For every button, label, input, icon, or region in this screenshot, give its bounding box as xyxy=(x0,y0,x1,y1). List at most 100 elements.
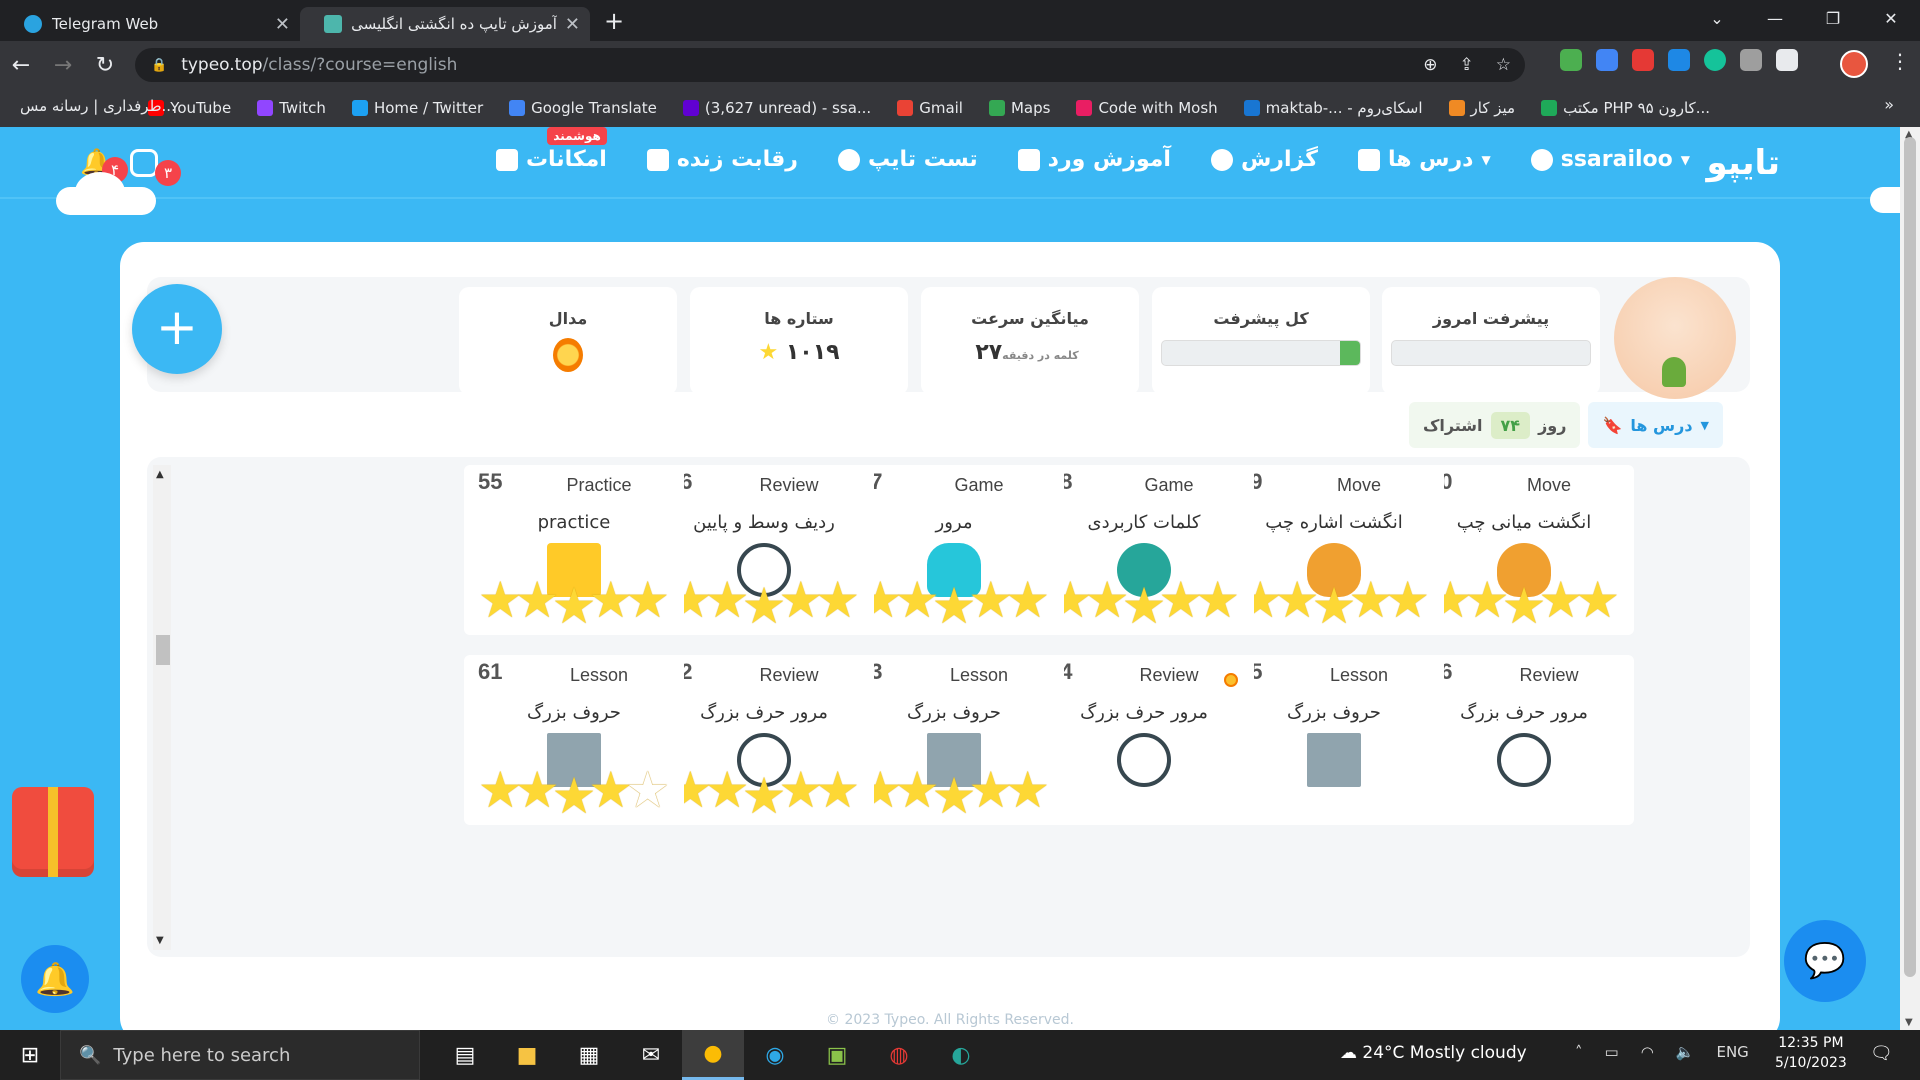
bookmark-item[interactable]: (3,627 unread) - ssa... xyxy=(675,99,871,117)
lesson-grid-scrollbar[interactable]: ▲ ▼ xyxy=(153,465,171,950)
lesson-card[interactable]: 55 Practice practice ★ ★ ★ ★ ★ xyxy=(464,465,684,635)
wifi-icon[interactable]: ◠ xyxy=(1641,1043,1654,1061)
weather-widget[interactable]: ☁ 24°C Mostly cloudy xyxy=(1340,1043,1527,1063)
bookmark-item[interactable]: Home / Twitter xyxy=(344,99,483,117)
gift-icon[interactable] xyxy=(12,787,94,877)
forward-button[interactable]: → xyxy=(42,53,84,78)
scroll-thumb[interactable] xyxy=(156,635,170,665)
lesson-card[interactable]: 59Moveانگشت اشاره چپ★★★★★ xyxy=(1224,465,1444,635)
lesson-card[interactable]: 64Reviewمرور حرف بزرگ xyxy=(1034,655,1254,825)
side-panel-icon[interactable] xyxy=(1776,49,1798,71)
scroll-down-arrow[interactable]: ▼ xyxy=(1905,1017,1913,1028)
nav-user-menu[interactable]: ssarailoo ▼ xyxy=(1530,147,1690,172)
minimize-button[interactable]: — xyxy=(1746,0,1804,38)
notification-button[interactable]: 🔔 xyxy=(21,945,89,1013)
back-button[interactable]: ← xyxy=(0,53,42,78)
nav-typing-test[interactable]: تست تایپ xyxy=(837,147,978,172)
language-indicator[interactable]: ENG xyxy=(1716,1043,1748,1061)
notification-center-icon[interactable]: 🗨 xyxy=(1870,1043,1893,1064)
zoom-icon[interactable]: ⊕ xyxy=(1423,55,1437,75)
stat-avg-speed: میانگین سرعت ۲۷کلمه در دقیقه xyxy=(921,287,1139,395)
share-icon[interactable]: ⇪ xyxy=(1460,55,1474,75)
site-logo[interactable]: تایپو xyxy=(1707,143,1781,183)
lesson-title: انگشت اشاره چپ xyxy=(1265,512,1403,533)
new-tab-button[interactable]: + xyxy=(604,7,624,35)
volume-icon[interactable]: 🔈 xyxy=(1676,1043,1695,1061)
extension-icon[interactable] xyxy=(1668,49,1690,71)
bookmark-item-tarafdari[interactable]: طرفداری | رسانه مس... xyxy=(20,97,176,115)
bookmark-item[interactable]: میز کار xyxy=(1441,99,1515,117)
tab-typeo[interactable]: آموزش تایپ ده انگشتی انگلیسی با ✕ xyxy=(300,7,590,41)
bookmark-item[interactable]: Twitch xyxy=(249,99,326,117)
translate-extension-icon[interactable] xyxy=(1596,49,1618,71)
nav-features[interactable]: امکانات هوشمند xyxy=(495,127,607,172)
chevron-up-icon[interactable]: ˄ xyxy=(1575,1043,1583,1061)
user-avatar[interactable] xyxy=(1614,277,1736,399)
nav-lessons[interactable]: درس ها ▼ xyxy=(1357,147,1491,172)
chrome-icon[interactable]: ● xyxy=(682,1030,744,1080)
app-icon[interactable]: ▣ xyxy=(806,1030,868,1080)
star-icon: ★ xyxy=(741,577,787,635)
reload-button[interactable]: ↻ xyxy=(84,53,126,78)
address-bar[interactable]: 🔒 typeo.top/class/?course=english ⊕ ⇪ ☆ xyxy=(135,48,1525,82)
battery-icon[interactable]: ▭ xyxy=(1605,1043,1619,1061)
lesson-card[interactable]: 62Reviewمرور حرف بزرگ★★★★★ xyxy=(654,655,874,825)
lesson-type: Practice xyxy=(566,475,632,495)
windows-start-button[interactable]: ⊞ xyxy=(0,1043,60,1068)
page-scrollbar[interactable]: ▲ ▼ xyxy=(1900,127,1920,1030)
lesson-card[interactable]: 56Reviewردیف وسط و پایین★★★★★ xyxy=(654,465,874,635)
lesson-card[interactable]: 58Gameکلمات کاربردی★★★★★ xyxy=(1034,465,1254,635)
menu-icon[interactable]: ⋮ xyxy=(1890,49,1910,73)
url-path: /class/?course=english xyxy=(262,55,458,75)
add-button[interactable]: + xyxy=(132,284,222,374)
close-window-button[interactable]: ✕ xyxy=(1862,0,1920,38)
nav-live-race[interactable]: رقابت زنده xyxy=(646,147,798,172)
lessons-dropdown[interactable]: 🔖 درس ها ▼ xyxy=(1588,402,1723,448)
yahoo-mail-icon xyxy=(682,100,699,116)
taskbar-search[interactable]: 🔍 Type here to search xyxy=(60,1030,420,1080)
instagram-icon[interactable]: ◎۳ xyxy=(130,149,181,186)
lesson-card[interactable]: 61 Lesson حروف بزرگ ★ ★ ★ ★ ★ xyxy=(464,655,684,825)
bookmark-item[interactable]: مکتب PHP ۹۵ کارون... xyxy=(1533,99,1710,117)
bookmark-star-icon[interactable]: ☆ xyxy=(1496,55,1511,75)
lesson-card[interactable]: 60Moveانگشت میانی چپ★★★★★ xyxy=(1414,465,1634,635)
bookmarks-overflow-icon[interactable]: » xyxy=(1884,95,1894,114)
bookmark-item[interactable]: Google Translate xyxy=(501,99,657,117)
app-icon[interactable]: ◐ xyxy=(930,1030,992,1080)
profile-avatar[interactable] xyxy=(1840,50,1868,78)
tab-telegram[interactable]: Telegram Web ✕ xyxy=(0,7,300,41)
extension-icon[interactable] xyxy=(1632,49,1654,71)
lesson-card[interactable]: 63Lessonحروف بزرگ★★★★★ xyxy=(844,655,1064,825)
file-explorer-icon[interactable]: ■ xyxy=(496,1030,558,1080)
store-icon[interactable]: ▦ xyxy=(558,1030,620,1080)
nav-word-tutorial[interactable]: آموزش ورد xyxy=(1017,147,1171,172)
lesson-card[interactable]: 66Reviewمرور حرف بزرگ xyxy=(1414,655,1634,825)
extensions-area xyxy=(1560,49,1798,71)
grammarly-icon[interactable] xyxy=(1704,49,1726,71)
lesson-card[interactable]: 65Lessonحروف بزرگ xyxy=(1224,655,1444,825)
close-icon[interactable]: ✕ xyxy=(275,14,290,35)
puzzle-icon[interactable] xyxy=(1740,49,1762,71)
nav-report[interactable]: گزارش xyxy=(1210,147,1318,172)
mail-icon[interactable]: ✉ xyxy=(620,1030,682,1080)
tab-search-icon[interactable]: ⌄ xyxy=(1688,0,1746,38)
app-icon[interactable]: ◍ xyxy=(868,1030,930,1080)
bookmark-item[interactable]: Maps xyxy=(981,99,1050,117)
extension-icon[interactable] xyxy=(1560,49,1582,71)
bookmark-item[interactable]: Code with Mosh xyxy=(1068,99,1218,117)
clock[interactable]: 12:35 PM 5/10/2023 xyxy=(1775,1033,1847,1073)
bookmark-item[interactable]: maktab-... - اسکای‌روم xyxy=(1236,99,1423,117)
bookmark-item[interactable]: Gmail xyxy=(889,99,963,117)
scroll-up-arrow[interactable]: ▲ xyxy=(156,469,164,480)
smart-badge: هوشمند xyxy=(547,127,607,145)
close-icon[interactable]: ✕ xyxy=(565,14,580,35)
edge-icon[interactable]: ◉ xyxy=(744,1030,806,1080)
lesson-card[interactable]: 57Gameمرور★★★★★ xyxy=(844,465,1064,635)
task-view-icon[interactable]: ▤ xyxy=(434,1030,496,1080)
scroll-thumb[interactable] xyxy=(1904,137,1916,977)
lock-icon[interactable]: 🔒 xyxy=(151,58,167,73)
restore-button[interactable]: ❐ xyxy=(1804,0,1862,38)
lesson-title: حروف بزرگ xyxy=(527,702,621,723)
chat-button[interactable]: 💬 xyxy=(1784,920,1866,1002)
scroll-down-arrow[interactable]: ▼ xyxy=(156,935,164,946)
